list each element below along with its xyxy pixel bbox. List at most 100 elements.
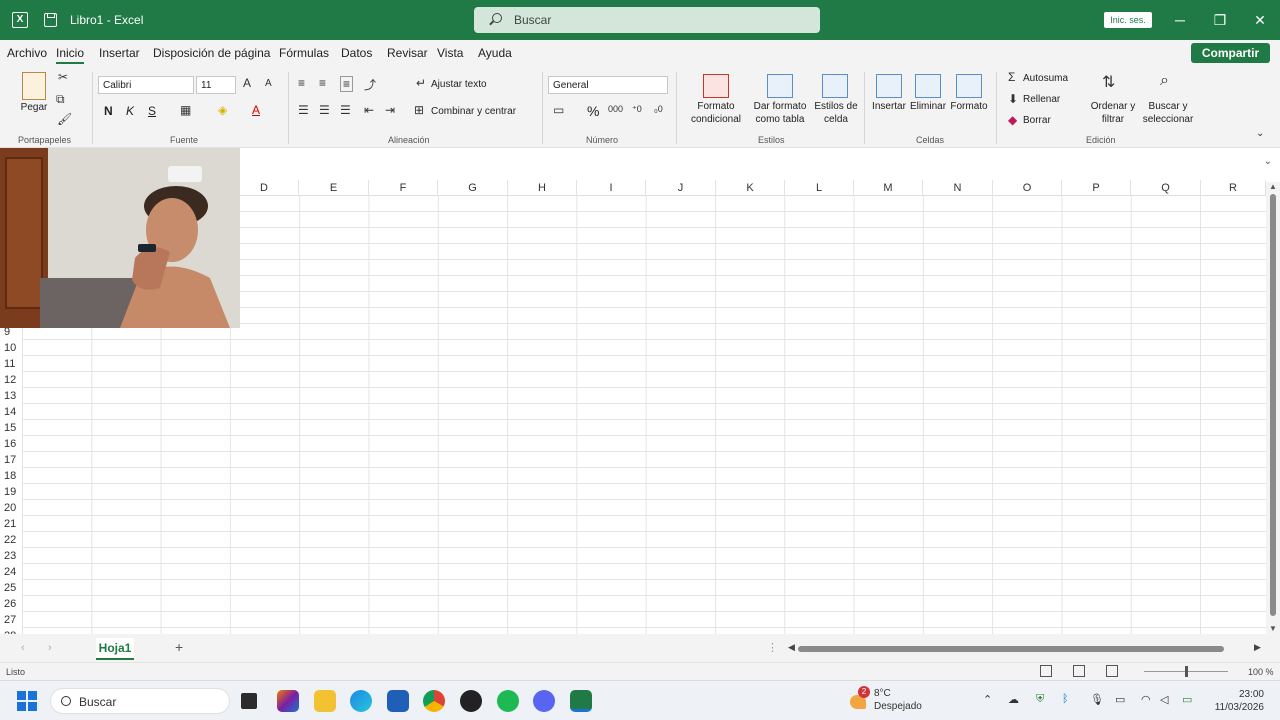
bold-button[interactable]: N xyxy=(104,104,113,118)
row-header[interactable]: 18 xyxy=(0,468,22,484)
sort-filter-icon[interactable]: ⇅ xyxy=(1102,72,1115,92)
column-header[interactable]: K xyxy=(716,180,785,196)
scroll-thumb[interactable] xyxy=(1270,194,1276,616)
align-right-icon[interactable]: ☰ xyxy=(340,103,351,117)
thousands-icon[interactable]: 000 xyxy=(608,104,623,114)
title-search-box[interactable]: Buscar xyxy=(474,7,820,33)
task-view-icon[interactable] xyxy=(241,693,257,709)
tab-insertar[interactable]: Insertar xyxy=(99,46,140,60)
insert-cells-icon[interactable] xyxy=(876,74,902,98)
increase-font-icon[interactable]: A xyxy=(243,76,251,90)
save-icon[interactable] xyxy=(44,13,57,27)
copy-icon[interactable]: ⧉ xyxy=(56,92,65,107)
row-header[interactable]: 17 xyxy=(0,452,22,468)
page-break-icon[interactable] xyxy=(1106,665,1118,677)
row-header[interactable]: 12 xyxy=(0,372,22,388)
row-header[interactable]: 10 xyxy=(0,340,22,356)
add-sheet-button[interactable]: + xyxy=(175,639,183,655)
align-middle-icon[interactable]: ≡ xyxy=(319,76,326,90)
display-icon[interactable]: ▭ xyxy=(1115,693,1125,706)
font-name-select[interactable]: Calibri xyxy=(98,76,194,94)
find-select-icon[interactable]: ⌕ xyxy=(1160,72,1169,90)
orientation-icon[interactable]: ⤴ xyxy=(364,76,376,93)
fill-icon[interactable]: ⬇ xyxy=(1008,92,1018,106)
splitter-handle-icon[interactable]: ⋮ xyxy=(767,641,778,654)
chevron-up-icon[interactable]: ⌃ xyxy=(983,693,992,706)
align-left-icon[interactable]: ☰ xyxy=(298,103,309,117)
align-bottom-icon[interactable]: ≡ xyxy=(340,76,354,92)
column-header[interactable]: G xyxy=(438,180,508,196)
excel-taskbar-icon[interactable] xyxy=(570,690,592,712)
column-header[interactable]: I xyxy=(577,180,646,196)
wrap-text-button[interactable]: Ajustar texto xyxy=(431,79,487,90)
restore-button[interactable]: ❐ xyxy=(1210,10,1230,30)
font-size-select[interactable]: 11 xyxy=(196,76,236,94)
row-header[interactable]: 14 xyxy=(0,404,22,420)
delete-cells-icon[interactable] xyxy=(915,74,941,98)
currency-icon[interactable]: ▭ xyxy=(553,103,564,117)
font-color-icon[interactable]: A xyxy=(252,103,260,117)
row-header[interactable]: 21 xyxy=(0,516,22,532)
row-header[interactable]: 25 xyxy=(0,580,22,596)
scroll-right-icon[interactable]: ▶ xyxy=(1254,642,1261,653)
vertical-scrollbar[interactable]: ▲ ▼ xyxy=(1266,182,1280,634)
row-header[interactable]: 23 xyxy=(0,548,22,564)
tab-archivo[interactable]: Archivo xyxy=(7,46,47,60)
scroll-up-icon[interactable]: ▲ xyxy=(1269,182,1277,191)
wrap-text-icon[interactable]: ↵ xyxy=(416,76,426,90)
paste-icon[interactable] xyxy=(22,72,46,100)
column-header[interactable]: D xyxy=(230,180,299,196)
sheet-tab[interactable]: Hoja1 xyxy=(96,638,134,660)
cut-icon[interactable]: ✂ xyxy=(58,70,68,84)
minimize-button[interactable]: ─ xyxy=(1170,10,1190,30)
format-painter-icon[interactable]: 🖌 xyxy=(57,112,72,126)
scroll-down-icon[interactable]: ▼ xyxy=(1269,624,1277,633)
file-explorer-icon[interactable] xyxy=(314,690,336,712)
tab-vista[interactable]: Vista xyxy=(437,46,463,60)
horizontal-scroll-thumb[interactable] xyxy=(798,646,1224,652)
format-cells-button[interactable]: Formato xyxy=(948,100,990,113)
column-header[interactable]: Q xyxy=(1131,180,1201,196)
italic-button[interactable]: K xyxy=(126,104,134,118)
tab-revisar[interactable]: Revisar xyxy=(387,46,428,60)
weather-widget[interactable]: 8°C Despejado xyxy=(874,687,922,713)
find-select-button[interactable]: Buscar y seleccionar xyxy=(1138,100,1198,126)
collapse-ribbon-icon[interactable]: ⌄ xyxy=(1256,128,1264,139)
borders-icon[interactable]: ▦ xyxy=(180,103,191,117)
row-header[interactable]: 20 xyxy=(0,500,22,516)
increase-decimal-icon[interactable]: ⁺0 xyxy=(632,104,642,115)
row-header[interactable]: 13 xyxy=(0,388,22,404)
share-button[interactable]: Compartir xyxy=(1191,43,1270,63)
conditional-format-icon[interactable] xyxy=(703,74,729,98)
row-header[interactable]: 19 xyxy=(0,484,22,500)
column-header[interactable]: P xyxy=(1062,180,1131,196)
column-header[interactable]: L xyxy=(785,180,854,196)
clear-icon[interactable]: ◆ xyxy=(1008,113,1017,127)
increase-indent-icon[interactable]: ⇥ xyxy=(385,103,395,117)
chrome-icon[interactable] xyxy=(423,690,445,712)
zoom-level[interactable]: 100 % xyxy=(1248,667,1274,677)
row-header[interactable]: 11 xyxy=(0,356,22,372)
conditional-format-button[interactable]: Formato condicional xyxy=(682,100,750,126)
percent-button[interactable]: % xyxy=(587,103,599,119)
tab-disposicion[interactable]: Disposición de página xyxy=(153,46,270,60)
fill-color-icon[interactable]: ◈ xyxy=(218,103,227,117)
bluetooth-icon[interactable]: ᛒ xyxy=(1062,693,1069,705)
normal-view-icon[interactable] xyxy=(1040,665,1052,677)
sort-filter-button[interactable]: Ordenar y filtrar xyxy=(1088,100,1138,126)
tab-ayuda[interactable]: Ayuda xyxy=(478,46,512,60)
wifi-icon[interactable]: ◠ xyxy=(1141,693,1151,706)
merge-center-button[interactable]: Combinar y centrar xyxy=(431,106,516,117)
copilot-icon[interactable] xyxy=(277,690,299,712)
security-icon[interactable]: ⛨ xyxy=(1036,693,1044,706)
row-header[interactable]: 27 xyxy=(0,612,22,628)
system-clock[interactable]: 23:00 11/03/2026 xyxy=(1206,688,1264,714)
row-header[interactable]: 22 xyxy=(0,532,22,548)
align-top-icon[interactable]: ≡ xyxy=(298,76,305,90)
align-center-icon[interactable]: ☰ xyxy=(319,103,330,117)
decrease-font-icon[interactable]: A xyxy=(265,78,272,89)
decrease-indent-icon[interactable]: ⇤ xyxy=(364,103,374,117)
discord-icon[interactable] xyxy=(533,690,555,712)
column-header[interactable]: O xyxy=(993,180,1062,196)
cell-styles-icon[interactable] xyxy=(822,74,848,98)
